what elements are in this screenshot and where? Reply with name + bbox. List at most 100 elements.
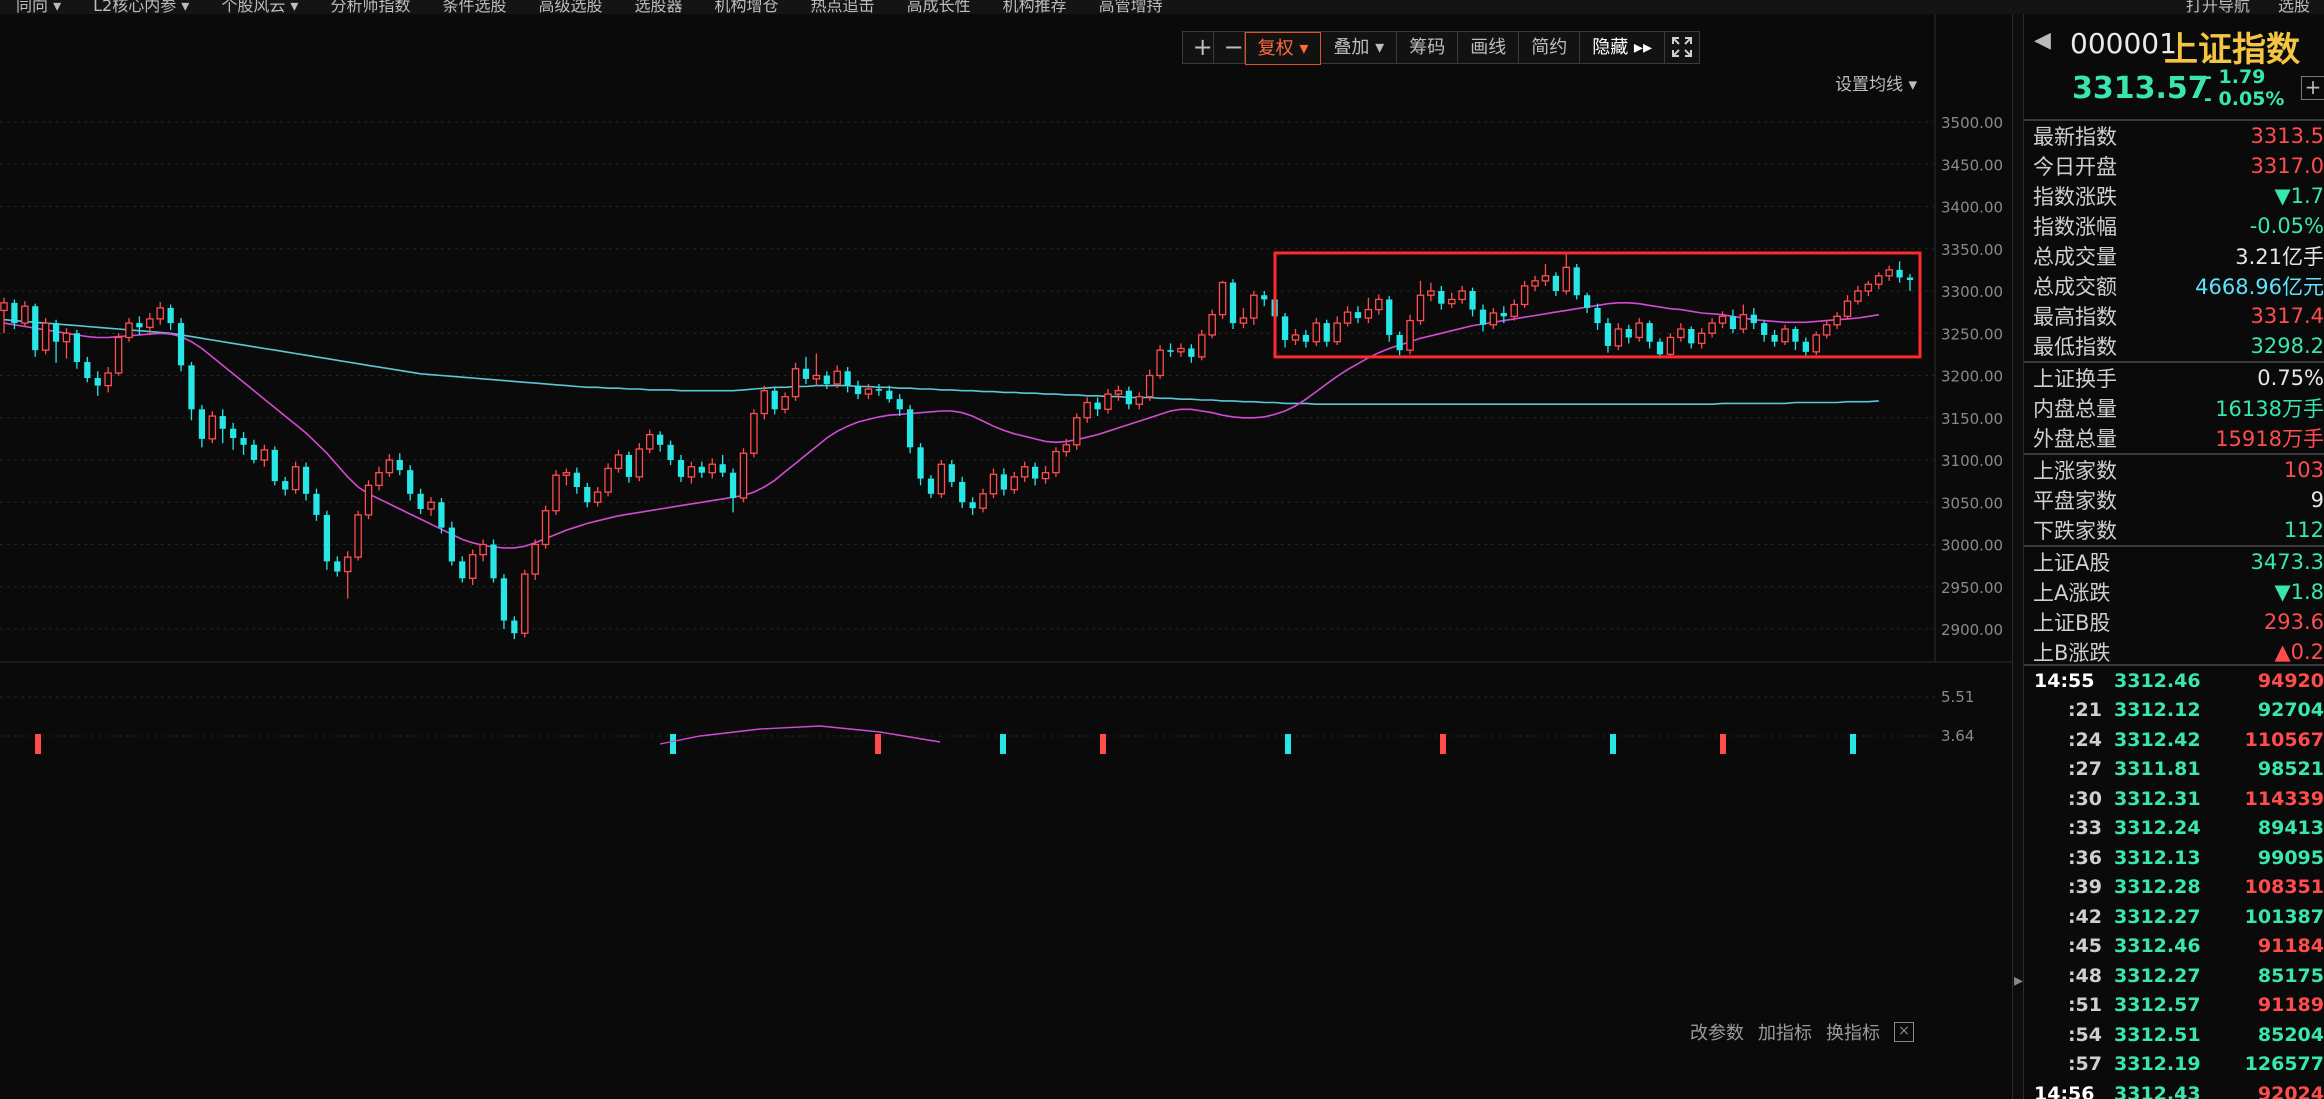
top-menu-item[interactable]: 个股风云 ▾: [205, 0, 314, 14]
candle-body-down: [490, 544, 497, 579]
candle-body-down: [198, 409, 206, 439]
quote-label: 指数涨跌: [2033, 185, 2117, 209]
indicator-bar: [35, 734, 41, 754]
top-menu-item[interactable]: 高级选股: [523, 0, 619, 14]
draw-line-button[interactable]: 画线: [1458, 32, 1520, 63]
quote-row: 内盘总量 16138万手: [2024, 393, 2324, 423]
candle-body-down: [927, 478, 935, 494]
stock-code: 000001: [2070, 27, 2177, 60]
chips-button[interactable]: 筹码: [1397, 32, 1459, 63]
tick-time: :24: [2067, 728, 2102, 751]
candle-body-up: [1250, 294, 1258, 319]
top-menu-item[interactable]: 条件选股: [426, 0, 522, 14]
quote-group: 上证A股 3473.3 上A涨跌 ▼1.8 上证B股 293.6 上B涨跌 ▲0.2: [2024, 545, 2324, 667]
quote-value: 4668.96亿元: [2195, 275, 2324, 299]
top-menu-item[interactable]: 机构增仓: [699, 0, 795, 14]
switch-indicator-button[interactable]: 换指标: [1826, 1019, 1880, 1045]
indicator-bar: [1000, 734, 1006, 754]
fuquan-dropdown[interactable]: 复权 ▾: [1244, 32, 1322, 65]
tick-row: :33 3312.24 89413: [2024, 814, 2324, 844]
top-menu-item[interactable]: 同向 ▾: [0, 0, 77, 14]
y-tick-label: 3000.00: [1941, 537, 2003, 555]
candle-body-down: [1386, 299, 1393, 335]
quote-value: ▲0.2: [2274, 640, 2324, 664]
top-menu-item[interactable]: 高成长性: [891, 0, 987, 14]
quote-row: 最高指数 3317.4: [2024, 301, 2324, 331]
candle-body-up: [1218, 281, 1227, 316]
change-percent: - 0.05%: [2204, 88, 2285, 110]
candle-body-down: [844, 371, 851, 386]
candle-body-up: [937, 463, 946, 495]
top-menu-item[interactable]: 机构推荐: [987, 0, 1083, 14]
tick-time: :48: [2067, 964, 2102, 987]
quote-value: -0.05%: [2249, 214, 2324, 238]
hide-panel-button[interactable]: 隐藏 ▸▸: [1580, 32, 1665, 63]
candle-body-down: [1729, 316, 1737, 330]
tick-time: :54: [2067, 1023, 2102, 1046]
candle-body-down: [1469, 291, 1476, 310]
candle-body-up: [208, 415, 217, 440]
tick-time: :33: [2067, 817, 2102, 840]
candle-body-up: [687, 466, 696, 478]
tick-time: :21: [2067, 699, 2102, 722]
quote-value: 9: [2310, 488, 2324, 512]
indicator-bar: [1610, 734, 1616, 754]
top-menu-item[interactable]: 热点追击: [795, 0, 891, 14]
candle-body-up: [1427, 290, 1435, 296]
tick-price: 3312.46: [2114, 935, 2201, 958]
quote-value: ▼1.7: [2274, 184, 2324, 208]
top-menu-item[interactable]: 选股器: [619, 0, 699, 14]
tick-volume: 85204: [2257, 1023, 2324, 1046]
add-indicator-button[interactable]: 加指标: [1758, 1019, 1812, 1045]
close-indicator-button[interactable]: ×: [1894, 1022, 1914, 1042]
tick-price: 3311.81: [2114, 758, 2201, 781]
zoom-in-button[interactable]: +: [1182, 32, 1214, 63]
collapse-arrow-icon[interactable]: ▸: [2014, 970, 2023, 991]
edit-params-button[interactable]: 改参数: [1690, 1019, 1744, 1045]
candle-body-down: [1646, 323, 1653, 342]
left-arrow-icon[interactable]: ◀: [2034, 28, 2051, 53]
candle-body-down: [323, 514, 330, 562]
quote-value: 112: [2283, 518, 2324, 542]
tick-time: :57: [2067, 1053, 2102, 1076]
quote-value: ▼1.8: [2274, 580, 2324, 604]
fullscreen-button[interactable]: [1665, 32, 1699, 63]
zoom-out-button[interactable]: −: [1213, 32, 1245, 63]
quote-row: 最低指数 3298.2: [2024, 331, 2324, 361]
tick-row: :39 3312.28 108351: [2024, 873, 2324, 903]
top-menu-right-item[interactable]: 打开导航: [2172, 0, 2264, 14]
candle-body-up: [291, 466, 300, 491]
candle-body-down: [1604, 323, 1612, 346]
candle-body-up: [1833, 315, 1841, 326]
candle-body-down: [32, 306, 39, 351]
candle-body-up: [1239, 317, 1248, 324]
candle-body-up: [979, 493, 987, 509]
top-menu-item[interactable]: 高管增持: [1083, 0, 1179, 14]
candle-body-up: [1416, 294, 1425, 322]
add-watchlist-button[interactable]: +: [2301, 76, 2324, 100]
y-tick-label: 3450.00: [1941, 156, 2003, 174]
kline-chart[interactable]: 3500.00 3450.00 3400.00 3350.00 3300.00 3250.…: [0, 14, 2012, 1099]
ma-settings-button[interactable]: 设置均线 ▾: [1835, 70, 1917, 95]
top-menu-item[interactable]: 分析师指数: [314, 0, 426, 14]
top-menu-item[interactable]: L2核心内参 ▾: [77, 0, 205, 14]
candle-body-up: [833, 370, 841, 385]
top-menu-right-item[interactable]: 选股: [2264, 0, 2324, 14]
candle-body-down: [1552, 275, 1560, 291]
candle-body-up: [1677, 328, 1685, 339]
candle-body-down: [407, 470, 414, 494]
simple-mode-button[interactable]: 简约: [1519, 32, 1581, 63]
panel-divider[interactable]: [2012, 14, 2024, 1099]
candle-body-up: [1062, 444, 1071, 453]
candle-body-up: [1697, 332, 1706, 345]
candle-body-down: [1031, 466, 1039, 479]
change-value: - 1.79: [2204, 66, 2266, 88]
overlay-dropdown[interactable]: 叠加 ▾: [1321, 32, 1398, 63]
candle-body-up: [708, 463, 717, 474]
quote-row: 上证A股 3473.3: [2024, 547, 2324, 577]
candle-body-up: [989, 473, 998, 495]
candle-body-down: [396, 460, 403, 471]
candle-body-up: [760, 390, 769, 415]
kline-chart-area[interactable]: 3500.00 3450.00 3400.00 3350.00 3300.00 3250.…: [0, 14, 2012, 1099]
quote-row: 最新指数 3313.5: [2024, 121, 2324, 151]
